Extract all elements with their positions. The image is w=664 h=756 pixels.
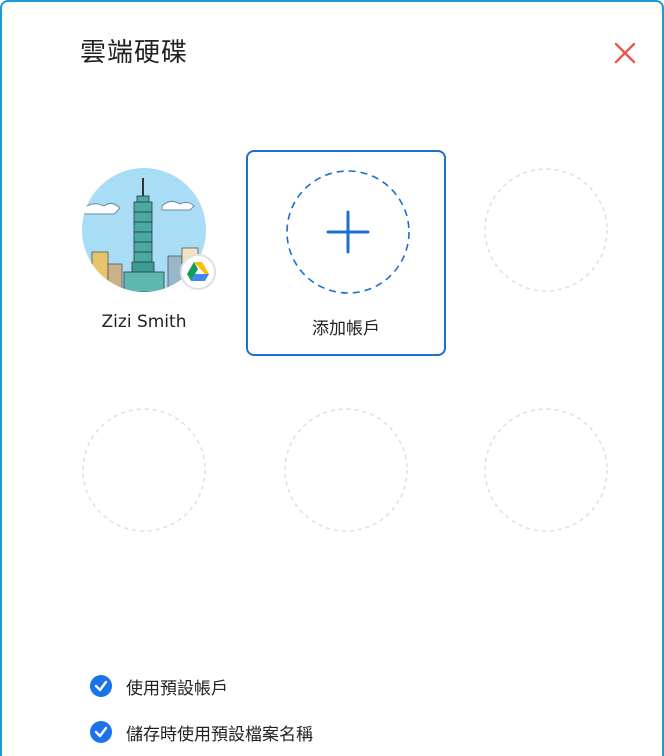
plus-icon [286, 170, 410, 294]
avatar [82, 168, 216, 292]
checkmark-icon [90, 721, 112, 743]
close-icon [614, 42, 636, 64]
account-name: Zizi Smith [101, 312, 187, 332]
cloud-drive-dialog: 雲端硬碟 Zizi Smith 添加帳戶 使用預設帳戶 儲存時使用預設檔案名稱 [0, 0, 664, 756]
close-button[interactable] [612, 40, 638, 66]
use-default-filename-checkbox[interactable]: 儲存時使用預設檔案名稱 [90, 720, 313, 745]
use-default-account-label: 使用預設帳戶 [126, 678, 228, 699]
dialog-title: 雲端硬碟 [80, 38, 189, 68]
google-drive-icon [187, 262, 209, 281]
add-account-circle [286, 170, 410, 294]
use-default-filename-label: 儲存時使用預設檔案名稱 [126, 724, 313, 745]
drive-badge [180, 254, 216, 290]
empty-account-slot [446, 150, 646, 356]
account-slot-zizi-smith[interactable]: Zizi Smith [44, 150, 244, 356]
use-default-account-checkbox[interactable]: 使用預設帳戶 [90, 674, 228, 699]
add-account-button[interactable]: 添加帳戶 [246, 150, 446, 356]
checkmark-icon [90, 675, 112, 697]
empty-account-slot [44, 390, 244, 596]
empty-account-slot [446, 390, 646, 596]
empty-account-slot [246, 390, 446, 596]
add-account-label: 添加帳戶 [312, 319, 380, 339]
